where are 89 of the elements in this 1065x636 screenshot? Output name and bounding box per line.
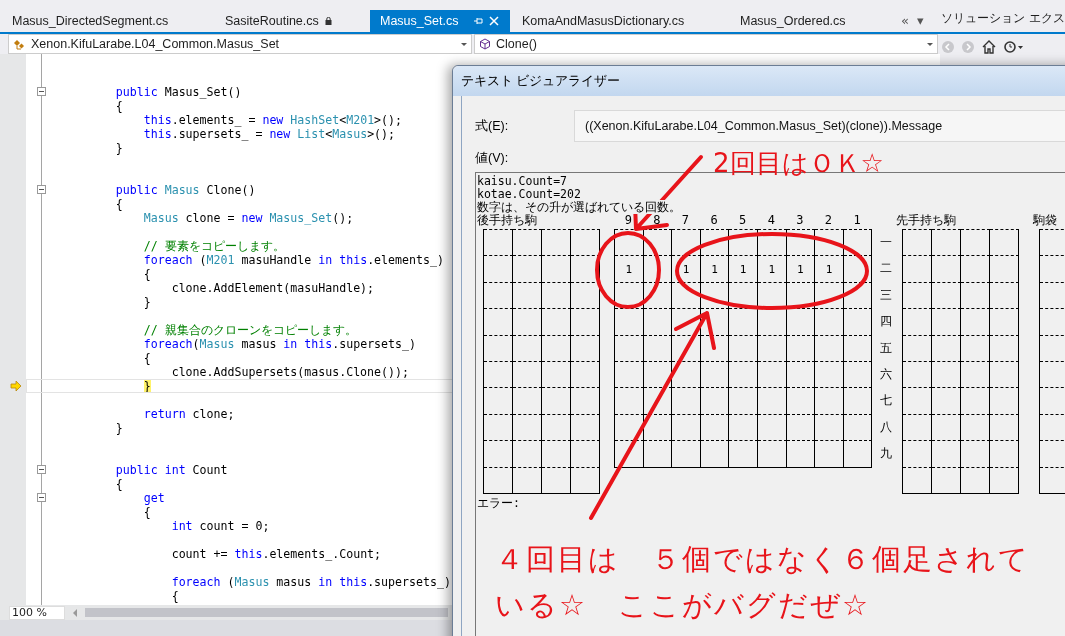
code-line: this.elements_ = new HashSet<M201>(); [142, 113, 403, 127]
rank-label: 六 [880, 365, 893, 383]
type-dropdown[interactable]: Xenon.KifuLarabe.L04_Common.Masus_Set [8, 34, 472, 54]
collapse-icon[interactable] [37, 493, 46, 502]
code-line: { [114, 477, 123, 491]
rank-label: 三 [880, 286, 893, 304]
code-line: { [114, 197, 123, 211]
panel-title: ソリューション エクス [941, 10, 1065, 27]
caret-icon [461, 42, 467, 46]
file-tab[interactable]: Masus_Ordered.cs [728, 10, 893, 32]
file-label: 6 [709, 214, 719, 228]
value-text: kaisu.Count=7 [477, 174, 567, 188]
file-label: 7 [680, 214, 691, 228]
collapse-icon[interactable] [37, 465, 46, 474]
collapse-icon[interactable] [37, 185, 46, 194]
code-line: // 親集合のクローンをコピーします。 [142, 323, 357, 337]
hand-label: 駒袋 [1033, 214, 1059, 228]
file-tab[interactable]: Masus_Set.cs [370, 10, 510, 32]
caret-icon [927, 42, 933, 46]
horizontal-scrollbar[interactable] [85, 608, 448, 617]
class-icon [13, 38, 26, 50]
code-line: Masus clone = new Masus_Set(); [142, 211, 354, 225]
field-label: 式(E): [475, 117, 510, 135]
close-icon[interactable] [488, 16, 499, 26]
rank-label: 五 [880, 339, 893, 357]
code-line: this.supersets_ = new List<Masus>(); [142, 127, 396, 141]
code-line: foreach (Masus masus in this.supersets_) [170, 575, 451, 589]
file-tab[interactable]: KomaAndMasusDictionary.cs [510, 10, 728, 32]
code-line: int count = 0; [170, 519, 270, 533]
tab-scroll-button[interactable]: « [901, 13, 909, 28]
code-line: get [142, 491, 165, 505]
lock-icon [324, 17, 332, 25]
count-text: 1 [682, 262, 690, 276]
pin-icon[interactable] [472, 16, 483, 26]
code-line: { [142, 267, 151, 281]
code-line: foreach (M201 masuHandle in this.elements_) [142, 253, 444, 267]
file-label: 8 [652, 214, 662, 228]
code-line: public Masus Clone() [114, 183, 256, 197]
tab-menu-button[interactable]: ▾ [916, 13, 924, 28]
code-line: public Masus_Set() [114, 85, 242, 99]
annotation-text: ４回目は ５個ではなく６個足されている☆ ここがバグだぜ☆ [495, 541, 1031, 624]
rank-label: 一 [880, 234, 893, 251]
cube-icon [479, 38, 491, 50]
instruction-pointer-icon [10, 381, 22, 391]
rank-label: 四 [880, 313, 893, 331]
count-text: 1 [825, 262, 833, 276]
value-text: kotae.Count=202 [477, 187, 581, 201]
file-label: 4 [766, 214, 776, 228]
code-line: count += this.elements_.Count; [170, 547, 382, 561]
member-dropdown[interactable]: Clone() [474, 34, 938, 54]
count-text: 1 [625, 262, 633, 276]
count-text: 1 [739, 262, 747, 276]
file-label: 9 [623, 214, 633, 228]
count-text: 1 [768, 262, 776, 276]
code-line: public int Count [114, 463, 228, 477]
file-tab[interactable]: Masus_DirectedSegment.cs [0, 10, 213, 32]
code-line: return clone; [142, 407, 235, 421]
count-text: 1 [797, 262, 804, 276]
hand-label: 後手持ち駒 [477, 214, 537, 228]
rank-label: 八 [880, 418, 893, 436]
expression-field[interactable]: ((Xenon.KifuLarabe.L04_Common.Masus_Set)(clone)).Message [574, 110, 1065, 142]
code-line: } [142, 295, 151, 309]
code-line: } [114, 421, 123, 435]
collapse-icon[interactable] [37, 87, 46, 96]
code-line: foreach(Masus masus in this.supersets_) [142, 337, 416, 351]
code-line: } [114, 141, 123, 155]
file-label: 2 [823, 214, 834, 228]
dialog-title: テキスト ビジュアライザー [461, 72, 621, 90]
code-line: { [170, 589, 179, 603]
file-label: 3 [795, 214, 805, 228]
hand-label: 先手持ち駒 [896, 214, 958, 228]
code-line: { [142, 505, 151, 519]
rank-label: 九 [880, 445, 893, 463]
home-icon[interactable] [981, 40, 998, 54]
file-tab[interactable]: SasiteRoutine.cs [213, 10, 370, 32]
rank-label: 二 [880, 260, 893, 278]
file-label: 1 [852, 214, 862, 228]
code-line: clone.AddSupersets(masus.Clone()); [170, 365, 409, 379]
rank-label: 七 [880, 392, 893, 410]
error-label: エラー: [477, 496, 521, 510]
code-line: { [114, 99, 123, 113]
count-text: 1 [711, 262, 718, 276]
code-line: clone.AddElement(masuHandle); [170, 281, 375, 295]
file-label: 5 [738, 214, 748, 228]
code-line: { [142, 351, 151, 365]
field-label: 値(V): [475, 151, 509, 165]
zoom-dropdown[interactable]: 100 % [9, 605, 65, 620]
history-icon[interactable] [1003, 40, 1026, 54]
code-line: // 要素をコピーします。 [142, 239, 285, 253]
